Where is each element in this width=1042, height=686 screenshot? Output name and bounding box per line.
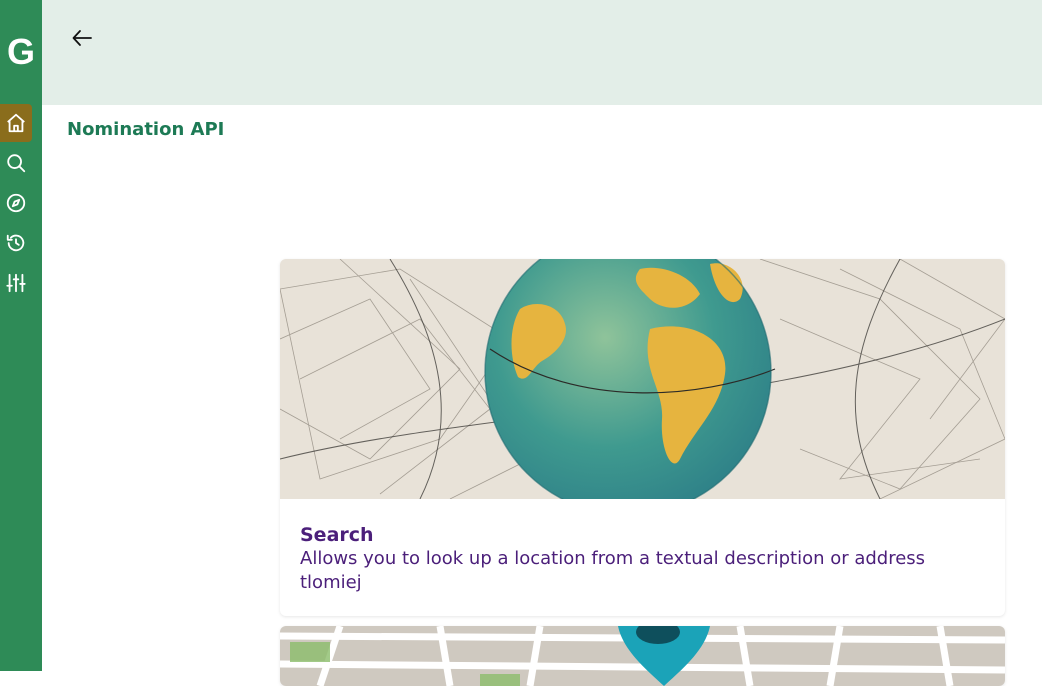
map-pin-illustration (280, 626, 1005, 686)
page-title: Nomination API (67, 119, 225, 140)
arrow-left-icon (72, 30, 92, 46)
app-logo[interactable]: G (0, 30, 42, 74)
sliders-icon (6, 273, 26, 293)
sidebar-item-explore[interactable] (0, 184, 32, 222)
map-card[interactable] (280, 626, 1005, 686)
search-card[interactable]: Search Allows you to look up a location … (280, 259, 1005, 616)
search-icon (7, 154, 26, 173)
card-title: Search (300, 524, 374, 546)
card-author: tlomiej (300, 572, 362, 593)
sidebar-item-search[interactable] (0, 144, 32, 182)
card-body: Search Allows you to look up a location … (280, 499, 1005, 595)
sidebar-item-history[interactable] (0, 224, 32, 262)
home-icon (7, 113, 25, 133)
history-icon (6, 234, 25, 252)
globe-network-illustration (280, 259, 1005, 499)
sidebar: G (0, 0, 42, 671)
card-description: Allows you to look up a location from a … (300, 548, 926, 569)
back-button[interactable] (66, 22, 98, 54)
sidebar-item-home[interactable] (0, 104, 32, 142)
compass-icon (6, 193, 26, 213)
top-header (42, 0, 1042, 105)
sidebar-item-settings[interactable] (0, 264, 32, 302)
